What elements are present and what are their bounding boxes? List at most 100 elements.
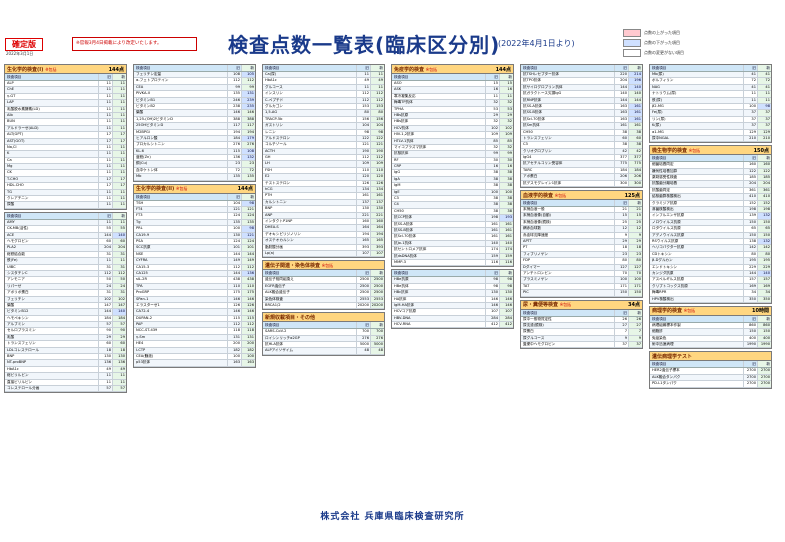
new-points: 221 <box>370 212 384 218</box>
new-points: 1990 <box>757 342 771 348</box>
old-points: 134 <box>356 187 370 193</box>
test-name: CH50 <box>523 129 533 134</box>
new-points: 2700 <box>757 381 771 387</box>
test-name: 銅(Cu) <box>136 161 148 166</box>
new-points: 38 <box>628 142 642 148</box>
table-header: 検査項目 旧新 <box>134 193 255 201</box>
legend-label: 点数の下がった項目 <box>644 39 680 45</box>
test-name: SCC抗原 <box>136 245 151 250</box>
test-name: C4 <box>394 202 399 207</box>
test-name: LAP <box>7 100 14 105</box>
test-name: トランスフェリン <box>523 135 552 140</box>
new-points: 179 <box>241 135 255 142</box>
test-name: HBs抗原 <box>394 112 409 117</box>
new-points: 60 <box>628 135 642 142</box>
test-name: HCVコア抗原 <box>394 309 417 314</box>
new-points: 110 <box>241 283 255 290</box>
new-points: 11 <box>112 196 126 202</box>
test-name: BUN <box>7 119 15 124</box>
old-points: 146 <box>227 296 241 302</box>
new-points: 5000 <box>370 342 384 348</box>
new-points: 438 <box>241 277 255 283</box>
test-name: 末梢血液像(自動) <box>523 213 551 218</box>
new-points: 2500 <box>370 277 384 283</box>
header-old: 旧 <box>485 74 499 80</box>
old-points: 121 <box>356 142 370 148</box>
old-points: 144 <box>743 270 757 277</box>
test-name: CA19-9 <box>136 232 150 237</box>
test-name: エンドトキシン <box>652 264 678 269</box>
old-points: 37 <box>743 123 757 129</box>
old-points: 124 <box>227 213 241 219</box>
test-section: 遺伝病理学テスト 検査項目旧新 HER2遺伝子標本 2700 2700 ALK融合タンパ… <box>649 351 772 389</box>
test-name: エラスターゼ1 <box>136 302 160 307</box>
old-points: 11 <box>98 157 112 164</box>
test-name: クリプトコックス抗原 <box>652 283 688 288</box>
test-name: 抗SS-A抗体 <box>523 103 543 108</box>
new-points: 34 <box>757 290 771 296</box>
header-old: 旧 <box>227 193 241 200</box>
header-old: 旧 <box>227 65 241 71</box>
old-points: 146 <box>227 309 241 315</box>
test-section: 微生物学的検査 ※包括 150点 検査項目 旧新細菌培養同定 160 160 嫌気性培養加算… <box>649 145 772 304</box>
test-name: Alb <box>7 112 13 117</box>
new-points: 11 <box>112 170 126 176</box>
new-points: 32 <box>499 119 513 125</box>
old-points: 138 <box>743 238 757 245</box>
new-points: 110 <box>370 167 384 174</box>
new-points: 18 <box>112 347 126 354</box>
new-points: 193 <box>499 215 513 221</box>
old-points: 150 <box>743 219 757 226</box>
new-points: 108 <box>241 148 255 155</box>
new-points: 112 <box>370 155 384 161</box>
new-points: 198 <box>757 207 771 213</box>
test-name: EGFR遺伝子 <box>265 283 286 288</box>
new-points: 29 <box>499 112 513 119</box>
new-points: 42 <box>628 148 642 155</box>
header-new: 新 <box>112 74 126 80</box>
old-points: 229 <box>743 264 757 270</box>
new-points: 149 <box>241 258 255 264</box>
header-old: 旧 <box>485 270 499 277</box>
header-name: 検査項目 <box>523 201 538 206</box>
new-points: 156 <box>370 116 384 123</box>
old-points: 42 <box>614 148 628 155</box>
test-name: ビタミンB2 <box>136 103 156 108</box>
old-points: 361 <box>743 187 757 194</box>
table-header: 検査項目 旧新 <box>521 200 642 208</box>
section-count: 150点 <box>753 147 769 154</box>
test-name: BRCA1/2 <box>265 302 281 307</box>
old-points: 109 <box>485 132 499 138</box>
old-points: 438 <box>227 277 241 283</box>
test-name: E2 <box>265 174 270 179</box>
old-points: 20200 <box>356 302 369 309</box>
test-name: HIV-1,2抗体 <box>394 132 415 137</box>
new-points: 65 <box>757 226 771 232</box>
old-points: 393 <box>356 244 370 250</box>
new-points: 41 <box>757 84 771 91</box>
table-row: PIC 150 150 <box>521 290 642 297</box>
header-new: 新 <box>757 65 771 71</box>
old-points: 11 <box>485 93 499 100</box>
old-points: 49 <box>98 366 112 373</box>
old-points: 198 <box>743 207 757 213</box>
test-name: 1,5-AG <box>265 110 278 115</box>
test-name: インスリン <box>265 91 283 96</box>
new-points: 49 <box>112 366 126 373</box>
new-points: 161 <box>370 193 384 199</box>
new-points: 24 <box>112 283 126 290</box>
test-name: APTT <box>523 238 532 243</box>
notice-box: ※官報3月4日掲載により改定いたします。 <box>72 37 197 51</box>
old-points: 112 <box>356 97 370 103</box>
table-header: 検査項目 旧新 <box>263 270 384 278</box>
table-row: HPV核酸検出 350 350 <box>650 296 771 303</box>
section-note: ※包括 <box>559 302 572 307</box>
section-header: 遺伝子関連・染色体検査 ※包括 <box>263 261 384 271</box>
old-points: 17 <box>98 138 112 144</box>
new-points: 11 <box>112 119 126 125</box>
new-points: 350 <box>757 296 771 302</box>
section-count: 144点 <box>495 66 511 73</box>
test-name: グルカゴン <box>265 103 283 108</box>
old-points: 38 <box>485 208 499 215</box>
table-row: Lp(a) 107 107 <box>263 250 384 258</box>
